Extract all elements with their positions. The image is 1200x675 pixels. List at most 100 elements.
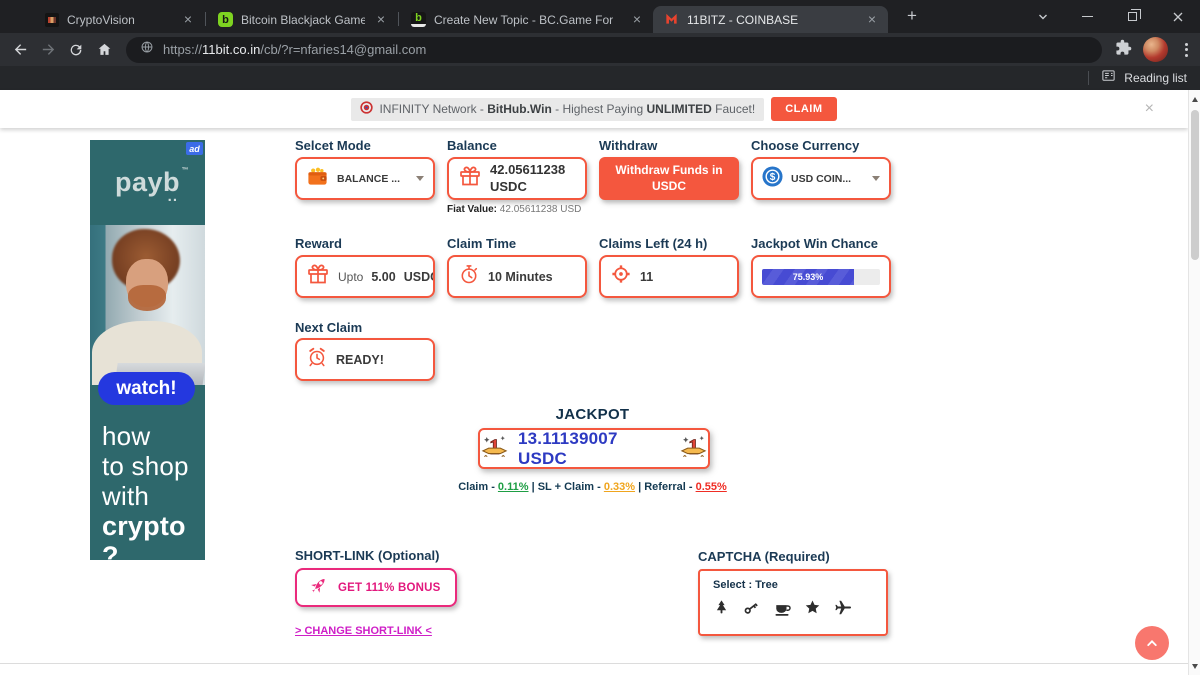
tab-separator: [398, 12, 399, 26]
change-shortlink-link[interactable]: > CHANGE SHORT-LINK <: [295, 625, 432, 637]
stopwatch-icon: [458, 263, 480, 290]
reward-amount: 5.00: [371, 270, 395, 284]
jackpot-chance-label: Jackpot Win Chance: [751, 236, 878, 251]
sidebar-ad[interactable]: ad payb..™ how to shop with crypto ?: [90, 140, 205, 560]
home-button[interactable]: [90, 36, 118, 64]
banner-close-icon[interactable]: ×: [1145, 101, 1154, 117]
vertical-scrollbar[interactable]: [1188, 90, 1200, 675]
svg-text:$: $: [770, 172, 776, 183]
reward-unit: USDC: [404, 270, 435, 284]
forward-button[interactable]: [34, 36, 62, 64]
scrollbar-up-arrow[interactable]: [1189, 92, 1200, 106]
captcha-box: Select : Tree: [698, 569, 888, 636]
select-mode-label: Selcet Mode: [295, 138, 371, 153]
usdc-coin-icon: $: [762, 166, 783, 192]
jackpot-progress-percent: 75.93%: [793, 272, 824, 282]
captcha-prompt: Select : Tree: [713, 579, 873, 591]
alarm-clock-icon: [306, 346, 328, 373]
tree-icon[interactable]: [713, 599, 730, 616]
banner-notification-bar: INFINITY Network - BitHub.Win - Highest …: [0, 90, 1188, 128]
browser-toolbar: https://11bit.co.in/cb/?r=nfaries14@gmai…: [0, 33, 1200, 66]
minimize-button[interactable]: [1065, 0, 1110, 33]
payb-logo: payb..™: [115, 167, 180, 198]
url-text: https://11bit.co.in/cb/?r=nfaries14@gmai…: [163, 42, 426, 57]
banner-text: INFINITY Network - BitHub.Win - Highest …: [379, 102, 755, 116]
back-button[interactable]: [6, 36, 34, 64]
star-icon[interactable]: [804, 599, 821, 616]
minimize-icon: [1082, 16, 1093, 17]
tab-close-icon[interactable]: ×: [373, 12, 389, 28]
tab-close-icon[interactable]: ×: [629, 12, 645, 28]
new-tab-button[interactable]: +: [900, 4, 924, 28]
target-icon: [610, 263, 632, 290]
extensions-puzzle-icon[interactable]: [1115, 39, 1132, 61]
scroll-to-top-button[interactable]: [1135, 626, 1169, 660]
key-icon[interactable]: [743, 599, 760, 616]
jackpot-box: 1 13.11139007 USDC 1: [478, 428, 710, 469]
page-bottom-divider: [0, 663, 1188, 664]
reward-label: Reward: [295, 236, 342, 251]
claim-rate: 0.11%: [498, 481, 529, 493]
tab-cryptovision[interactable]: CryptoVision ×: [34, 6, 204, 33]
jackpot-amount: 13.11139007 USDC: [518, 429, 670, 469]
fiat-value: Fiat Value: 42.05611238 USD: [447, 204, 581, 215]
svg-text:1: 1: [489, 433, 500, 458]
withdraw-label: Withdraw: [599, 138, 657, 153]
browser-menu-kebab-icon[interactable]: [1181, 39, 1192, 61]
shortlink-bonus-button[interactable]: GET 111% BONUS: [295, 568, 457, 607]
address-bar[interactable]: https://11bit.co.in/cb/?r=nfaries14@gmai…: [126, 37, 1102, 63]
bcgame-favicon: b: [218, 12, 233, 27]
ad-badge[interactable]: ad: [186, 142, 203, 155]
chevron-up-icon: [1148, 641, 1156, 645]
select-mode-value: BALANCE ...: [337, 173, 400, 185]
tab-11bitz-active[interactable]: 11BITZ - COINBASE ×: [653, 6, 888, 33]
tab-close-icon[interactable]: ×: [180, 12, 196, 28]
tab-title: 11BITZ - COINBASE: [687, 13, 856, 27]
site-security-globe-icon[interactable]: [140, 40, 154, 59]
withdraw-funds-button[interactable]: Withdraw Funds in USDC: [599, 157, 739, 200]
select-mode-dropdown[interactable]: BALANCE ...: [295, 157, 435, 200]
next-claim-box: READY!: [295, 338, 435, 381]
currency-dropdown[interactable]: $ USD COIN...: [751, 157, 891, 200]
claim-time-label: Claim Time: [447, 236, 516, 251]
jackpot-title: JACKPOT: [295, 406, 890, 423]
reading-list-icon: [1101, 68, 1116, 88]
choose-currency-label: Choose Currency: [751, 138, 859, 153]
airplane-icon[interactable]: [834, 598, 853, 617]
web-page: INFINITY Network - BitHub.Win - Highest …: [0, 90, 1188, 675]
tab-create-new-topic[interactable]: b Create New Topic - BC.Game For ×: [400, 6, 653, 33]
first-place-medal-icon: 1: [679, 432, 708, 466]
coffee-icon[interactable]: [773, 599, 791, 617]
tab-search-chevron-icon[interactable]: [1020, 0, 1065, 33]
scrollbar-thumb[interactable]: [1191, 110, 1199, 260]
reload-button[interactable]: [62, 36, 90, 64]
ad-tagline: how to shop with crypto ?: [102, 421, 205, 560]
currency-value: USD COIN...: [791, 173, 851, 185]
reward-box: Upto 5.00 USDC: [295, 255, 435, 298]
ad-watch-button[interactable]: watch!: [98, 372, 195, 405]
claim-time-value: 10 Minutes: [488, 270, 553, 284]
claim-banner-button[interactable]: CLAIM: [771, 97, 836, 121]
jackpot-progress-track: 75.93%: [762, 269, 880, 285]
tab-close-icon[interactable]: ×: [864, 12, 880, 28]
close-window-button[interactable]: [1155, 0, 1200, 33]
sl-claim-rate: 0.33%: [604, 481, 635, 493]
chevron-down-icon: [872, 176, 880, 181]
window-controls: [1020, 0, 1200, 33]
tab-bitcoin-blackjack[interactable]: b Bitcoin Blackjack Game - Play BTC ×: [207, 6, 397, 33]
scrollbar-down-arrow[interactable]: [1189, 659, 1200, 673]
jackpot-progress-fill: 75.93%: [762, 269, 854, 285]
tab-title: CryptoVision: [67, 13, 172, 27]
profile-avatar[interactable]: [1143, 37, 1168, 62]
balance-amount: 42.05611238 USDC: [490, 162, 576, 195]
next-claim-label: Next Claim: [295, 320, 362, 335]
restore-button[interactable]: [1110, 0, 1155, 33]
tab-title: Create New Topic - BC.Game For: [434, 13, 621, 27]
banner-text-pill[interactable]: INFINITY Network - BitHub.Win - Highest …: [351, 98, 764, 121]
balance-box: 42.05611238 USDC: [447, 157, 587, 200]
dartboard-icon: [360, 101, 373, 117]
gift-icon: [306, 262, 330, 291]
rocket-icon: [307, 575, 329, 600]
reading-list-label[interactable]: Reading list: [1124, 71, 1187, 85]
balance-label: Balance: [447, 138, 497, 153]
